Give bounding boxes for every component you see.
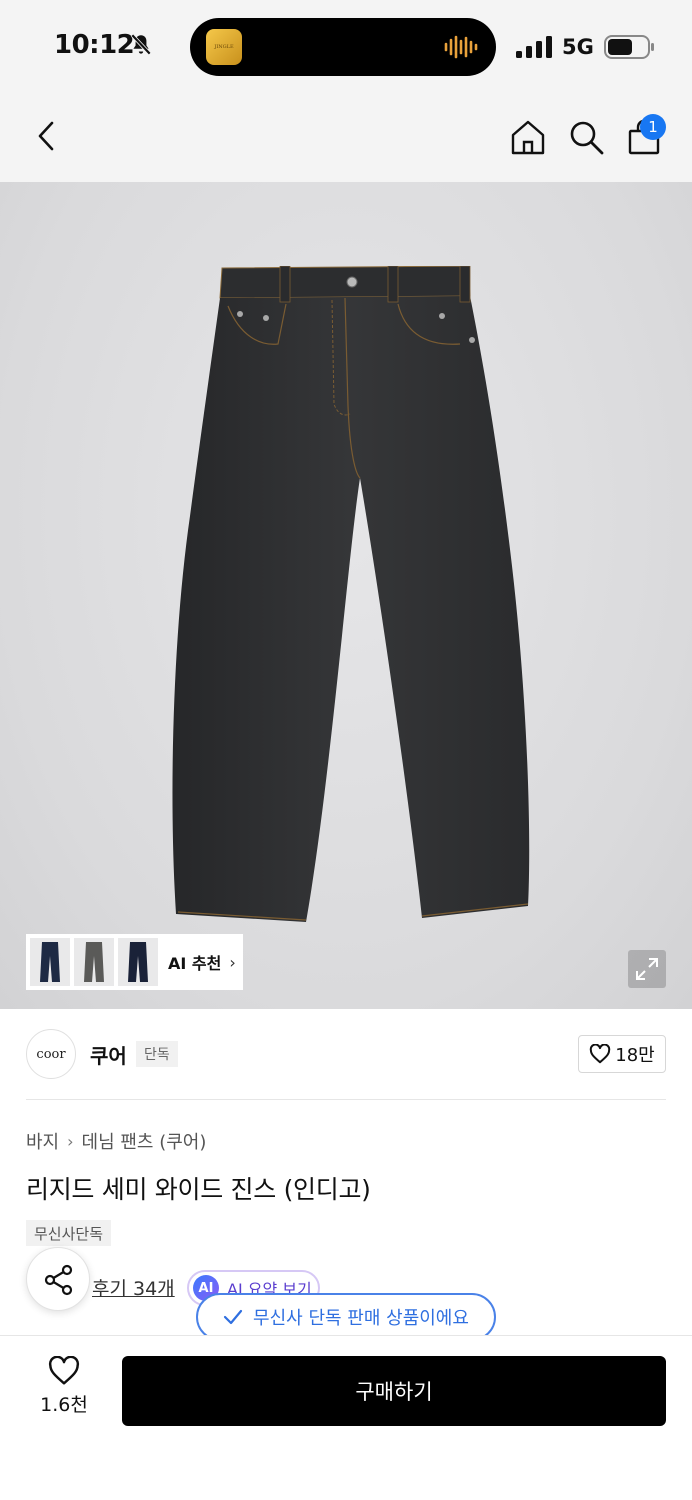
share-icon	[44, 1264, 73, 1296]
breadcrumb-category[interactable]: 바지	[26, 1128, 59, 1154]
reviews-link[interactable]: 후기 34개	[92, 1274, 175, 1301]
recommendation-thumbnail[interactable]	[30, 938, 70, 986]
cart-count-badge: 1	[640, 114, 666, 140]
status-time: 10:12	[54, 30, 135, 60]
wishlist-button[interactable]: 1.6천	[30, 1356, 98, 1426]
recommendation-thumbnail[interactable]	[118, 938, 158, 986]
heart-icon	[48, 1356, 80, 1385]
exclusive-badge: 무신사단독	[26, 1220, 112, 1246]
heart-icon	[590, 1044, 611, 1064]
chevron-right-icon: ›	[229, 952, 236, 972]
toast-text: 무신사 단독 판매 상품이에요	[253, 1308, 469, 1329]
dynamic-island[interactable]: JINGLE	[190, 18, 496, 76]
bottom-action-bar: 1.6천 구매하기	[0, 1335, 692, 1500]
breadcrumb-subcategory[interactable]: 데님 팬츠 (쿠어)	[82, 1128, 207, 1154]
ai-recommendation-label: AI 추천	[168, 954, 222, 973]
product-title: 리지드 세미 와이드 진스 (인디고)	[26, 1175, 371, 1204]
cellular-signal-icon	[516, 36, 552, 58]
back-arrow-icon[interactable]	[30, 119, 64, 153]
expand-image-button[interactable]	[628, 950, 666, 988]
now-playing-app-icon: JINGLE	[206, 29, 242, 65]
expand-icon	[636, 958, 658, 980]
bell-muted-icon	[130, 33, 152, 55]
wishlist-count: 1.6천	[40, 1394, 88, 1416]
brand-like-button[interactable]: 18만	[578, 1035, 666, 1073]
audio-wave-icon	[444, 35, 478, 59]
battery-icon	[604, 35, 654, 59]
brand-logo[interactable]: coor	[26, 1029, 76, 1079]
status-bar: 10:12 JINGLE 5G	[0, 0, 692, 95]
home-icon[interactable]	[508, 117, 548, 157]
recommendation-thumbnail[interactable]	[74, 938, 114, 986]
exclusive-toast: 무신사 단독 판매 상품이에요	[196, 1293, 496, 1341]
buy-button[interactable]: 구매하기	[122, 1356, 666, 1426]
search-icon[interactable]	[566, 117, 606, 157]
share-button[interactable]	[26, 1247, 90, 1311]
divider	[26, 1099, 666, 1100]
network-type: 5G	[562, 35, 594, 59]
chevron-right-icon: ›	[67, 1131, 74, 1151]
check-icon	[223, 1309, 243, 1325]
brand-exclusive-badge: 단독	[136, 1041, 178, 1067]
brand-name[interactable]: 쿠어	[90, 1040, 127, 1069]
top-nav	[0, 95, 692, 182]
brand-like-count: 18만	[615, 1045, 655, 1066]
breadcrumb: 바지 › 데님 팬츠 (쿠어)	[26, 1128, 206, 1154]
product-image[interactable]: AI 추천 ›	[0, 182, 692, 1009]
jeans-product-photo	[172, 266, 530, 922]
ai-recommendation-strip[interactable]: AI 추천 ›	[26, 934, 243, 990]
